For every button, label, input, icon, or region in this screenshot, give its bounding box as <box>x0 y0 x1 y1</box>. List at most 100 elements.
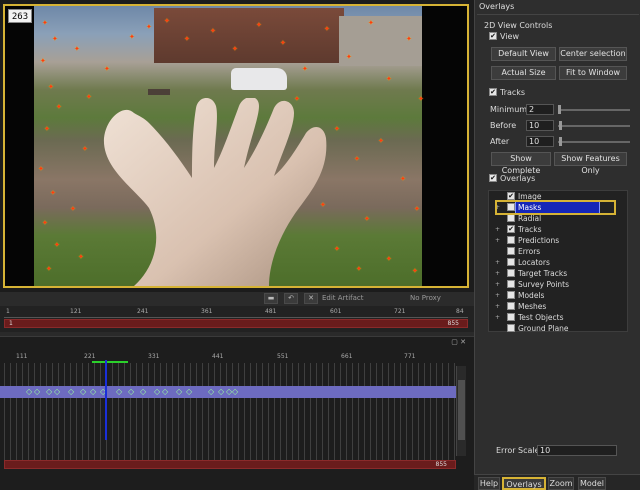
tracker-marker[interactable]: ✦ <box>52 36 58 43</box>
tracker-marker[interactable]: ✦ <box>46 266 52 273</box>
predictions-checkbox[interactable] <box>507 236 515 244</box>
keyframe-marker[interactable]: ◇ <box>26 388 32 396</box>
tree-item-target-tracks[interactable]: + Target Tracks <box>489 268 627 279</box>
error-scale-field[interactable]: 10 <box>537 445 617 456</box>
expand-icon[interactable]: + <box>495 224 500 235</box>
tracker-marker[interactable]: ✦ <box>78 254 84 261</box>
tracker-marker[interactable]: ✦ <box>406 36 412 43</box>
after-field[interactable]: 10 <box>526 136 554 147</box>
tracker-marker[interactable]: ✦ <box>364 216 370 223</box>
timeline-ruler[interactable]: 1 121 241 361 481 601 721 84 <box>4 308 468 318</box>
tracker-marker[interactable]: ✦ <box>48 84 54 91</box>
keyframe-marker[interactable]: ◇ <box>232 388 238 396</box>
camera-viewport[interactable]: ✦ ✦ ✦ ✦ ✦ ✦ ✦ ✦ ✦ ✦ ✦ ✦ ✦ ✦ ✦ ✦ ✦ ✦ ✦ ✦ <box>3 4 469 288</box>
tracker-marker[interactable]: ✦ <box>129 34 135 41</box>
keyframe-marker[interactable]: ◇ <box>162 388 168 396</box>
show-complete-button[interactable]: Show Complete <box>491 152 551 175</box>
ground-plane-checkbox[interactable] <box>507 324 515 332</box>
expand-icon[interactable]: + <box>495 290 500 301</box>
show-features-only-button[interactable]: Show Features Only <box>554 152 627 175</box>
graph-window-controls[interactable]: ▢ ✕ <box>451 338 466 346</box>
meshes-checkbox[interactable] <box>507 302 515 310</box>
tracker-marker[interactable]: ✦ <box>302 66 308 73</box>
tracker-marker[interactable]: ✦ <box>378 138 384 145</box>
tracker-marker[interactable]: ✦ <box>146 24 152 31</box>
keyframe-marker[interactable]: ◇ <box>154 388 160 396</box>
minimum-slider[interactable] <box>558 109 630 111</box>
tracker-marker[interactable]: ✦ <box>70 206 76 213</box>
playback-range-bar[interactable]: 1 855 <box>4 319 468 328</box>
proxy-selector[interactable]: No Proxy <box>410 294 441 302</box>
tracker-marker[interactable]: ✦ <box>334 126 340 133</box>
tree-item-ground-plane[interactable]: Ground Plane <box>489 323 627 334</box>
tracker-marker[interactable]: ✦ <box>42 220 48 227</box>
tracker-marker[interactable]: ✦ <box>232 46 238 53</box>
tracker-marker[interactable]: ✦ <box>184 36 190 43</box>
keyframe-marker[interactable]: ◇ <box>116 388 122 396</box>
center-selection-button[interactable]: Center selection <box>559 47 627 61</box>
tracker-marker[interactable]: ✦ <box>42 20 48 27</box>
keyframe-marker[interactable]: ◇ <box>128 388 134 396</box>
tracker-marker[interactable]: ✦ <box>386 256 392 263</box>
expand-icon[interactable]: + <box>495 257 500 268</box>
tracker-marker[interactable]: ✦ <box>346 54 352 61</box>
tracker-marker[interactable]: ✦ <box>320 202 326 209</box>
tracker-marker[interactable]: ✦ <box>54 242 60 249</box>
tracker-marker[interactable]: ✦ <box>400 176 406 183</box>
tree-item-tracks[interactable]: + Tracks <box>489 224 627 235</box>
artifact-icon[interactable]: ✕ <box>304 293 318 304</box>
graph-scrollbar[interactable] <box>456 366 466 456</box>
keyframe-marker[interactable]: ◇ <box>68 388 74 396</box>
tracker-marker[interactable]: ✦ <box>280 40 286 47</box>
camera-icon[interactable]: ▬ <box>264 293 278 304</box>
tab-model[interactable]: Model <box>578 477 606 490</box>
keyframe-marker[interactable]: ◇ <box>140 388 146 396</box>
tracks-checkbox[interactable] <box>507 225 515 233</box>
after-slider[interactable] <box>558 141 630 143</box>
tracker-marker[interactable]: ✦ <box>368 20 374 27</box>
keyframe-marker[interactable]: ◇ <box>34 388 40 396</box>
tree-item-predictions[interactable]: + Predictions <box>489 235 627 246</box>
before-slider[interactable] <box>558 125 630 127</box>
tracker-marker[interactable]: ✦ <box>386 76 392 83</box>
keyframe-marker[interactable]: ◇ <box>80 388 86 396</box>
locators-checkbox[interactable] <box>507 258 515 266</box>
keyframe-marker[interactable]: ◇ <box>176 388 182 396</box>
graph-range-bar[interactable]: 855 <box>4 460 456 469</box>
keyframe-marker[interactable]: ◇ <box>46 388 52 396</box>
expand-icon[interactable]: + <box>495 268 500 279</box>
overlays-section-toggle[interactable] <box>489 174 497 182</box>
before-field[interactable]: 10 <box>526 120 554 131</box>
tracker-marker[interactable]: ✦ <box>74 46 80 53</box>
keyframe-marker[interactable]: ◇ <box>208 388 214 396</box>
survey-points-checkbox[interactable] <box>507 280 515 288</box>
tree-item-survey-points[interactable]: + Survey Points <box>489 279 627 290</box>
tracker-marker[interactable]: ✦ <box>164 18 170 25</box>
edit-artifact-button[interactable]: Edit Artifact <box>322 294 363 302</box>
actual-size-button[interactable]: Actual Size <box>491 66 556 80</box>
tracker-marker[interactable]: ✦ <box>104 66 110 73</box>
fit-to-window-button[interactable]: Fit to Window <box>559 66 627 80</box>
target-tracks-checkbox[interactable] <box>507 269 515 277</box>
tracker-marker[interactable]: ✦ <box>354 156 360 163</box>
tracks-section-toggle[interactable] <box>489 88 497 96</box>
tracker-marker[interactable]: ✦ <box>82 146 88 153</box>
image-checkbox[interactable] <box>507 192 515 200</box>
tracker-marker[interactable]: ✦ <box>294 96 300 103</box>
reset-icon[interactable]: ↶ <box>284 293 298 304</box>
minimum-slider-thumb[interactable] <box>558 105 561 114</box>
tab-help[interactable]: Help <box>478 477 500 490</box>
timeline[interactable]: 1 121 241 361 481 601 721 84 1 855 <box>0 306 474 332</box>
minimum-field[interactable]: 2 <box>526 104 554 115</box>
graph-scrollbar-thumb[interactable] <box>458 380 465 440</box>
expand-icon[interactable]: + <box>495 301 500 312</box>
view-section-toggle[interactable] <box>489 32 497 40</box>
before-slider-thumb[interactable] <box>559 121 562 130</box>
tracker-marker[interactable]: ✦ <box>50 190 56 197</box>
tracker-marker[interactable]: ✦ <box>38 166 44 173</box>
expand-icon[interactable]: + <box>495 235 500 246</box>
keyframe-marker[interactable]: ◇ <box>218 388 224 396</box>
keyframe-marker[interactable]: ◇ <box>186 388 192 396</box>
tree-item-models[interactable]: + Models <box>489 290 627 301</box>
playhead[interactable] <box>105 360 107 440</box>
